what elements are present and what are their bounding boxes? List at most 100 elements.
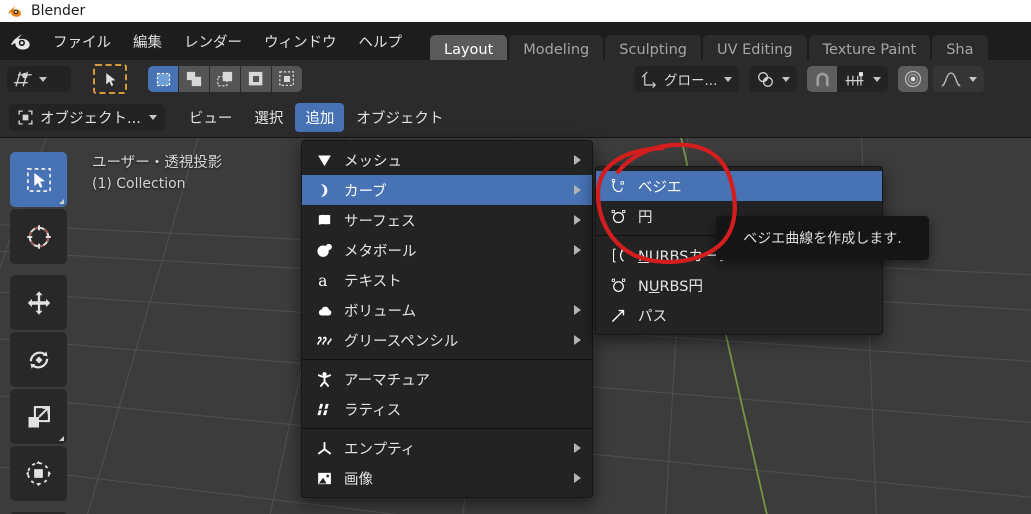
menu-window[interactable]: ウィンドウ [253,27,348,56]
add-menu-item-mesh[interactable]: メッシュ [302,145,592,175]
add-menu-dropdown: メッシュ カーブ サーフェス メタボール a テキスト ボリューム グリースペン… [301,140,593,498]
proportional-falloff-smooth-icon [941,72,961,87]
tool-tweak-select-box[interactable] [10,152,67,207]
curve-submenu-label: NURBS円 [638,278,703,295]
tooltip: ベジエ曲線を作成します. [716,216,929,260]
add-menu-item-empty[interactable]: エンプティ [302,433,592,463]
chevron-down-icon [969,76,978,82]
orientation-axes-icon [641,71,656,88]
pivot-point-icon [758,71,774,87]
add-menu-item-image[interactable]: 画像 [302,463,592,493]
curve-bezier-circle-icon [610,208,638,225]
mesh-icon [316,152,344,169]
move-tool-icon [27,290,50,315]
top-bar: ファイル 編集 レンダー ウィンドウ ヘルプ Layout Modeling S… [0,22,1031,66]
menu-file[interactable]: ファイル [42,27,122,56]
tool-move[interactable] [10,275,67,330]
add-menu-label: メッシュ [344,153,402,170]
add-menu-label: ラティス [344,402,402,419]
pivot-point-dropdown[interactable] [749,66,798,92]
menu-render[interactable]: レンダー [173,27,253,56]
blender-icon[interactable] [8,28,34,54]
chevron-right-icon [574,305,581,315]
snapping-group [807,66,889,92]
add-menu-item-volume[interactable]: ボリューム [302,295,592,325]
curve-icon [316,182,344,199]
select-mode-group [148,66,302,92]
add-menu-label: グリースペンシル [344,333,459,350]
object-mode-dropdown[interactable]: オブジェクト... [9,104,165,131]
rotate-tool-icon [29,350,48,369]
tool-transform[interactable] [10,446,67,501]
editor-type-dropdown[interactable] [7,66,71,92]
viewport-toolbar [10,152,67,514]
scale-tool-icon [28,405,50,427]
select-mode-intersect[interactable] [272,66,302,92]
add-menu-label: サーフェス [344,213,416,230]
snap-dropdown[interactable] [871,76,888,82]
menu-help[interactable]: ヘルプ [348,27,414,56]
blender-application-window: Blender ファイル 編集 レンダー ウィンドウ ヘルプ Layout Mo… [0,0,1031,514]
add-menu-item-lattice[interactable]: ラティス [302,394,592,424]
viewport-menu-bar: ビュー 選択 追加 オブジェクト [179,103,454,132]
snap-toggle-button[interactable] [807,66,838,92]
menu-separator [302,428,592,429]
workspace-tabs: Layout Modeling Sculpting UV Editing Tex… [430,22,988,66]
add-menu-label: ボリューム [344,303,417,320]
chevron-down-icon [873,76,882,82]
curve-nurbs-circle-icon [610,277,638,294]
select-mode-subtract[interactable] [210,66,241,92]
chevron-down-icon [782,76,791,82]
menu-add[interactable]: 追加 [295,103,345,132]
curve-submenu-item-path[interactable]: パス [596,300,882,330]
add-menu-label: 画像 [344,471,373,488]
viewport-collection-name: (1) Collection [92,176,186,193]
chevron-right-icon [574,473,581,483]
tool-rotate[interactable] [10,332,67,387]
menu-edit[interactable]: 編集 [122,27,173,56]
tweak-select-box-icon [26,167,51,192]
tooltip-text: ベジエ曲線を作成します. [743,231,902,247]
viewport-info-overlay: ユーザー・透視投影 (1) Collection [92,152,222,196]
viewport-header: オブジェクト... ビュー 選択 追加 オブジェクト [0,98,1031,138]
active-tool-indicator[interactable] [93,64,127,94]
tool-cursor-3d[interactable] [10,209,67,264]
curve-bezier-icon [610,178,638,195]
add-menu-item-surface[interactable]: サーフェス [302,205,592,235]
curve-path-icon [610,307,638,324]
add-menu-item-metaball[interactable]: メタボール [302,235,592,265]
chevron-right-icon [574,443,581,453]
add-menu-item-curve[interactable]: カーブ [302,175,592,205]
select-mode-extend[interactable] [179,66,210,92]
chevron-down-icon [39,76,47,82]
select-mode-invert[interactable] [241,66,272,92]
curve-nurbs-icon [610,247,638,264]
viewport-tool-header: グロー... [0,60,1031,98]
proportional-editing-toggle[interactable] [898,66,929,92]
curve-submenu-item-bezier[interactable]: ベジエ [596,171,882,201]
select-invert-icon [248,71,263,86]
add-menu-label: アーマチュア [344,372,430,389]
armature-icon [316,371,344,388]
window-title: Blender [31,3,86,19]
add-menu-label: カーブ [344,183,387,200]
svg-text:a: a [318,272,327,289]
menu-separator [302,359,592,360]
menu-object[interactable]: オブジェクト [346,103,453,132]
select-mode-set[interactable] [148,66,179,92]
curve-submenu-item-nurbs-circle[interactable]: NURBS円 [596,270,882,300]
add-menu-item-grease-pencil[interactable]: グリースペンシル [302,325,592,355]
menu-view[interactable]: ビュー [179,103,243,132]
snap-target-button[interactable] [837,66,871,92]
select-subtract-icon [217,71,233,87]
tool-scale[interactable] [10,389,67,444]
proportional-falloff-dropdown[interactable] [933,66,985,92]
add-menu-item-armature[interactable]: アーマチュア [302,364,592,394]
image-icon [316,470,344,487]
add-menu-item-text[interactable]: a テキスト [302,265,592,295]
transform-orientation-dropdown[interactable]: グロー... [634,66,740,92]
chevron-right-icon [574,335,581,345]
menu-select[interactable]: 選択 [244,103,293,132]
metaball-icon [316,242,344,259]
add-menu-label: メタボール [344,243,417,260]
